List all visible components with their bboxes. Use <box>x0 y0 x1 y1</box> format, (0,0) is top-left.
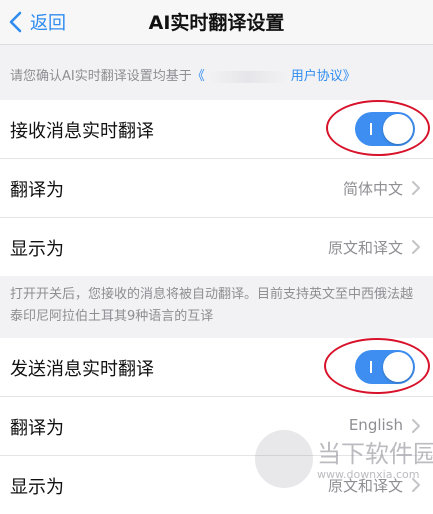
navigation-bar: 返回 AI实时翻译设置 <box>0 0 433 45</box>
notice-text: 请您确认AI实时翻译设置均基于 <box>10 69 192 84</box>
red-annotation-circle <box>326 100 430 156</box>
redacted-text <box>206 70 289 83</box>
receive-translate-to-value: 简体中文 <box>342 180 403 198</box>
watermark-logo-icon <box>255 430 313 488</box>
watermark: 当下软件园 www.downxia.com <box>255 424 433 500</box>
receive-display-value: 原文和译文 <box>327 239 403 257</box>
receive-translate-label: 接收消息实时翻译 <box>10 121 154 142</box>
translation-description: 打开开关后，您接收的消息将被自动翻译。目前支持英文至中西俄法越泰印尼阿拉伯土耳其… <box>0 270 433 338</box>
send-translate-label: 发送消息实时翻译 <box>10 359 154 380</box>
send-display-label: 显示为 <box>10 477 64 498</box>
agreement-notice: 请您确认AI实时翻译设置均基于《 用户协议》 <box>0 45 433 99</box>
chevron-right-icon <box>412 240 420 254</box>
page-title: AI实时翻译设置 <box>148 12 285 34</box>
chevron-right-icon <box>412 181 420 195</box>
receive-translate-to-row[interactable]: 翻译为 简体中文 <box>0 159 433 218</box>
description-text: 打开开关后，您接收的消息将被自动翻译。目前支持英文至中西俄法越泰印尼阿拉伯土耳其… <box>10 287 414 324</box>
receive-display-row[interactable]: 显示为 原文和译文 <box>0 218 433 276</box>
send-translate-to-label: 翻译为 <box>10 418 64 439</box>
receive-translate-to-label: 翻译为 <box>10 180 64 201</box>
user-agreement-link[interactable]: 用户协议》 <box>291 69 356 84</box>
receive-display-label: 显示为 <box>10 239 64 260</box>
red-annotation-circle <box>324 338 430 394</box>
watermark-url: www.downxia.com <box>317 468 420 481</box>
watermark-name: 当下软件园 <box>317 440 433 468</box>
agreement-link-open[interactable]: 《 <box>192 69 205 84</box>
